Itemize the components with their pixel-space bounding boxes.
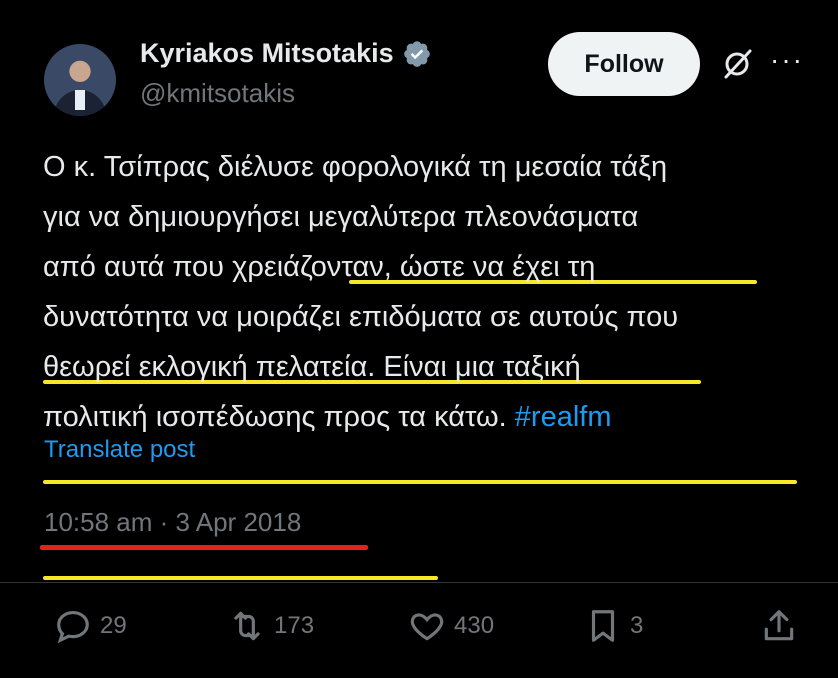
follow-button[interactable]: Follow xyxy=(548,32,700,96)
tweet-line: Ο κ. Τσίπρας διέλυσε φορολογικά τη μεσαί… xyxy=(43,151,668,183)
author-handle[interactable]: @kmitsotakis xyxy=(140,78,295,109)
timestamp-underline xyxy=(40,545,368,550)
like-count: 430 xyxy=(454,612,495,639)
like-button[interactable]: 430 xyxy=(408,607,494,645)
repost-button[interactable]: 173 xyxy=(228,607,314,645)
divider xyxy=(0,582,838,583)
verified-badge-icon xyxy=(403,40,430,67)
translate-post-link[interactable]: Translate post xyxy=(44,436,195,464)
tweet-line-text: θεωρεί εκλογική πελατεία. Είναι μια ταξι… xyxy=(43,351,581,383)
share-icon xyxy=(764,610,794,641)
author-name[interactable]: Kyriakos Mitsotakis xyxy=(140,38,394,69)
timestamp[interactable]: 10:58 am · 3 Apr 2018 xyxy=(44,507,301,538)
more-options-icon[interactable]: ··· xyxy=(770,46,810,78)
avatar[interactable] xyxy=(44,44,116,116)
reply-icon xyxy=(57,610,89,644)
bookmark-count: 3 xyxy=(630,612,644,639)
tweet-line-text: από αυτά που χρειάζονταν, ώστε να έχει τ… xyxy=(43,251,596,283)
repost-count: 173 xyxy=(274,612,315,639)
tweet-line-text: δυνατότητα να μοιράζει επιδόματα σε αυτο… xyxy=(43,301,679,333)
tweet-text: Ο κ. Τσίπρας διέλυσε φορολογικά τη μεσαί… xyxy=(43,142,803,580)
bookmark-icon xyxy=(591,610,615,642)
tweet-line-text: πολιτική ισοπέδωσης προς τα κάτω. xyxy=(43,401,507,433)
grok-icon[interactable] xyxy=(720,47,754,81)
author-name-row[interactable]: Kyriakos Mitsotakis xyxy=(140,38,432,69)
tweet-line: πολιτική ισοπέδωσης προς τα κάτω. #realf… xyxy=(43,392,803,442)
share-button[interactable] xyxy=(760,607,798,645)
highlight-underline xyxy=(43,480,797,484)
reply-count: 29 xyxy=(100,612,127,639)
avatar-shirt xyxy=(75,90,85,110)
tweet-line: θεωρεί εκλογική πελατεία. Είναι μια ταξι… xyxy=(43,342,803,580)
tweet-line-text: για να δημιουργήσει μεγαλύτερα πλεονάσμα… xyxy=(43,201,639,233)
heart-icon xyxy=(410,613,444,641)
repost-icon xyxy=(234,611,260,641)
hashtag-link[interactable]: #realfm xyxy=(515,401,612,433)
tweet-line: για να δημιουργήσει μεγαλύτερα πλεονάσμα… xyxy=(43,192,803,284)
tweet-line: δυνατότητα να μοιράζει επιδόματα σε αυτο… xyxy=(43,292,803,484)
highlight-underline xyxy=(43,576,438,580)
reply-button[interactable]: 29 xyxy=(54,607,127,645)
tweet-line: από αυτά που χρειάζονταν, ώστε να έχει τ… xyxy=(43,242,803,384)
bookmark-button[interactable]: 3 xyxy=(584,607,643,645)
